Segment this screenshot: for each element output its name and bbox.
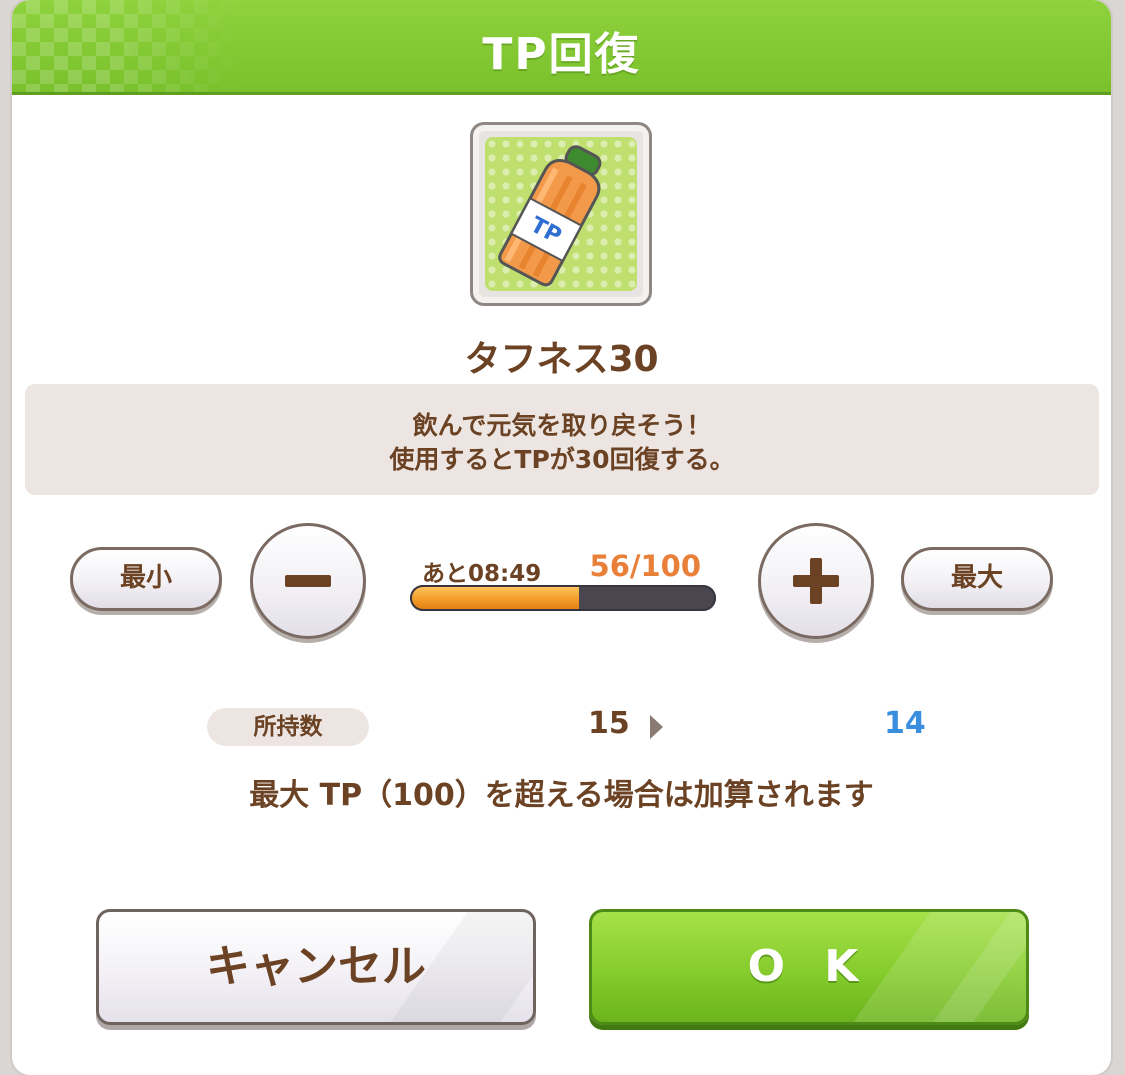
- ok-button-label: O K: [747, 941, 871, 992]
- item-description: 飲んで元気を取り戻そう！ 使用するとTPが30回復する。: [25, 384, 1099, 495]
- description-line-2: 使用するとTPが30回復する。: [389, 445, 735, 474]
- dialog-header: TP回復: [12, 0, 1111, 95]
- tp-value: 56/100: [589, 549, 701, 583]
- plus-icon: [810, 558, 822, 604]
- arrow-right-icon: [650, 715, 663, 739]
- cancel-button[interactable]: キャンセル: [96, 909, 536, 1025]
- owned-count-before: 15: [588, 706, 630, 741]
- min-button[interactable]: 最小: [70, 547, 222, 611]
- dialog-title: TP回復: [482, 29, 641, 80]
- max-tp-note: 最大 TP（100）を超える場合は加算されます: [249, 778, 874, 813]
- tp-gauge-fill: [412, 587, 580, 609]
- increment-button[interactable]: [758, 523, 874, 639]
- tp-bottle-graphic: TP: [498, 145, 602, 287]
- owned-count-label: 所持数: [207, 708, 369, 746]
- tp-recovery-timer: あと08:49: [422, 561, 542, 587]
- item-name: タフネス30: [464, 339, 659, 380]
- description-line-1: 飲んで元気を取り戻そう！: [412, 411, 712, 440]
- max-button[interactable]: 最大: [901, 547, 1053, 611]
- decrement-button[interactable]: [250, 523, 366, 639]
- tp-recovery-dialog: TP回復 TP タフネス30 飲んで元気を取り戻そう！ 使用するとTPが30回復…: [12, 0, 1111, 1075]
- cancel-button-label: キャンセル: [206, 941, 426, 992]
- minus-icon: [285, 575, 331, 587]
- tp-bottle-icon: TP: [485, 137, 637, 291]
- item-icon-frame: TP: [470, 122, 652, 306]
- tp-gauge: [410, 585, 716, 611]
- owned-count-after: 14: [884, 706, 926, 741]
- ok-button[interactable]: O K: [589, 909, 1029, 1025]
